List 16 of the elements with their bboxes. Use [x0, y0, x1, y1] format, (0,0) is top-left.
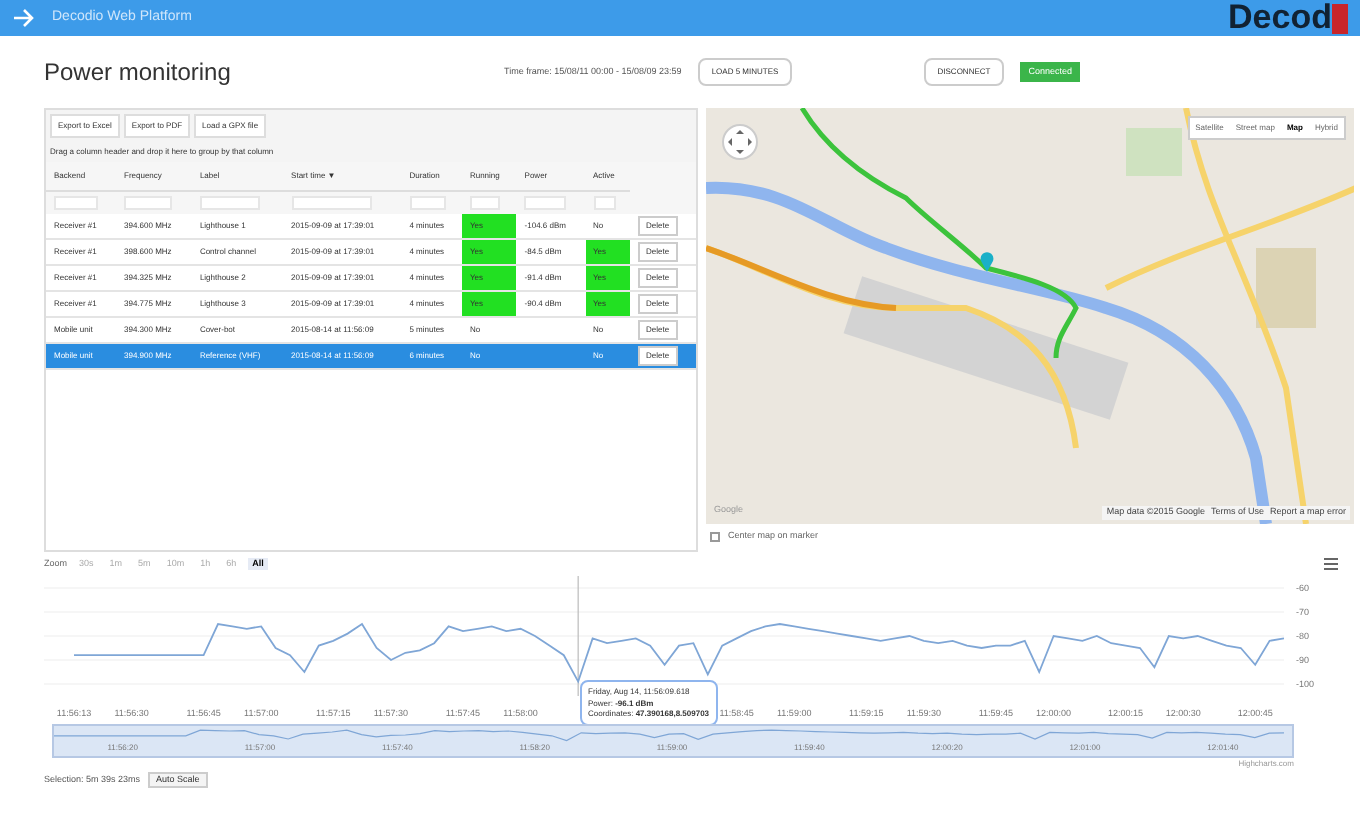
- pan-control-icon[interactable]: [722, 124, 758, 160]
- filter-field[interactable]: [124, 196, 172, 210]
- menu-icon[interactable]: [1324, 558, 1338, 570]
- arrow-icon[interactable]: [12, 8, 36, 28]
- filter-field[interactable]: [199, 196, 261, 210]
- logo-text: Decod: [1228, 0, 1332, 36]
- location-pin-icon: [980, 252, 994, 272]
- filter-field[interactable]: [291, 196, 373, 210]
- filter-field[interactable]: [54, 196, 98, 210]
- filter-field[interactable]: [409, 196, 445, 210]
- filter-field[interactable]: [524, 196, 567, 210]
- checkbox[interactable]: [710, 531, 720, 542]
- filter-field[interactable]: [593, 196, 617, 210]
- logo-mark-icon: [1332, 2, 1348, 34]
- filter-field[interactable]: [469, 196, 501, 210]
- page-title: Power monitoring: [44, 56, 233, 90]
